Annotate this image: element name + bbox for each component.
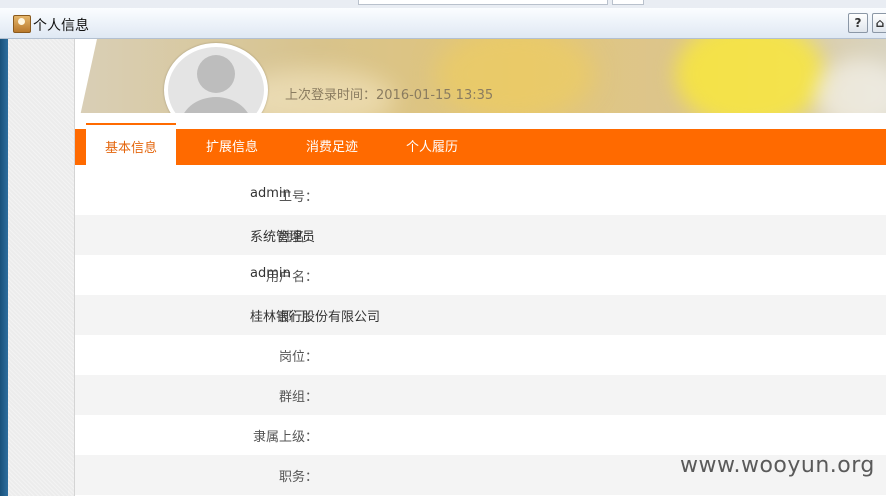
background-button — [612, 0, 644, 5]
field-row-supervisor: 隶属上级： — [75, 415, 886, 455]
field-row-employee-id: 工号： admin — [75, 175, 886, 215]
basic-info-form: 工号： admin 姓名： 系统管理员 用户名： admin 部门： 桂林银行股… — [75, 175, 886, 495]
dialog-title: 个人信息 — [33, 18, 89, 34]
field-value: 桂林银行股份有限公司 — [250, 310, 381, 325]
field-value: admin — [250, 266, 291, 281]
dialog-left-panel — [8, 39, 75, 496]
profile-banner: 上次登录时间：2016-01-15 13:35 — [75, 39, 886, 113]
tab-consumption-history[interactable]: 消费足迹 — [295, 129, 369, 165]
field-row-username: 用户名： admin — [75, 255, 886, 295]
field-row-group: 群组： — [75, 375, 886, 415]
help-button[interactable]: ? — [848, 13, 868, 33]
field-label: 隶属上级： — [252, 430, 318, 445]
field-value: admin — [250, 186, 291, 201]
background-input — [358, 0, 608, 5]
contact-card-icon — [13, 15, 31, 33]
field-value: 系统管理员 — [250, 230, 316, 245]
field-row-department: 部门： 桂林银行股份有限公司 — [75, 295, 886, 335]
dialog-title-bar[interactable]: 个人信息 ? ⌂ — [0, 8, 886, 39]
home-button[interactable]: ⌂ — [872, 13, 886, 33]
background-window-edge — [0, 39, 8, 496]
field-label: 岗位： — [278, 350, 318, 365]
tab-basic-info[interactable]: 基本信息 — [86, 123, 176, 165]
field-label: 职务： — [278, 470, 318, 485]
avatar[interactable] — [164, 43, 268, 113]
tab-extended-info[interactable]: 扩展信息 — [195, 129, 269, 165]
field-label: 群组： — [278, 390, 318, 405]
field-row-position: 岗位： — [75, 335, 886, 375]
tab-personal-resume[interactable]: 个人履历 — [395, 129, 469, 165]
background-window-strip — [0, 0, 886, 8]
watermark: www.wooyun.org — [680, 453, 875, 478]
tab-bar: 基本信息 扩展信息 消费足迹 个人履历 — [75, 123, 886, 165]
field-row-name: 姓名： 系统管理员 — [75, 215, 886, 255]
last-login-time: 上次登录时间：2016-01-15 13:35 — [285, 88, 494, 103]
